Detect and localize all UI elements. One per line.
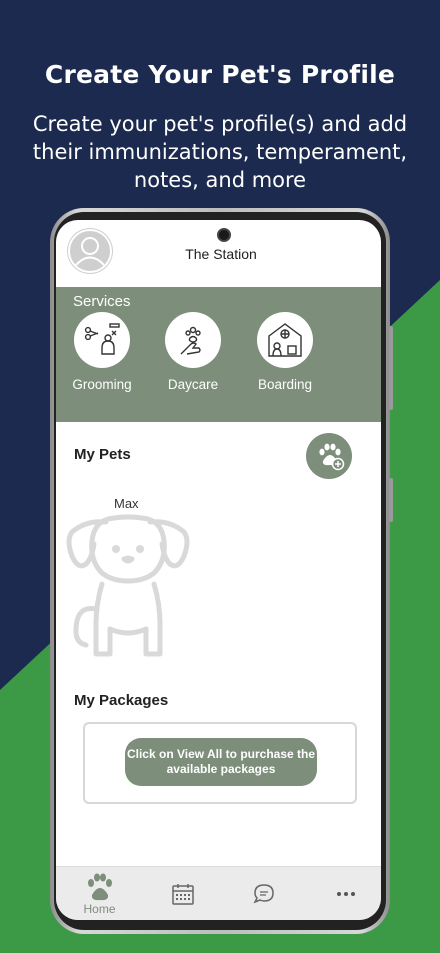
view-packages-button[interactable]: Click on View All to purchase the availa… [125,738,317,786]
nav-home[interactable]: Home [59,867,140,920]
daycare-icon [180,326,201,355]
my-packages-title: My Packages [74,692,169,709]
service-grooming[interactable]: Grooming [67,312,137,392]
service-grooming-label: Grooming [72,377,132,392]
calendar-icon [171,884,194,905]
chat-icon [252,884,274,904]
service-daycare-label: Daycare [167,377,219,392]
bottom-nav: Home [56,866,381,920]
service-daycare[interactable]: Daycare [158,312,228,392]
app-screen: The Station Services Grooming Daycare Bo… [56,220,381,920]
nav-home-label: Home [83,901,116,916]
nav-messages[interactable] [223,867,304,920]
dog-outline-icon[interactable] [66,514,191,659]
add-pet-paw-icon [319,443,345,471]
services-title: Services [73,293,131,310]
add-pet-button[interactable] [306,433,352,479]
nav-calendar[interactable] [142,867,223,920]
promo-headline: Create Your Pet's Profile [44,60,396,89]
my-pets-title: My Pets [74,446,131,463]
business-name: The Station [185,246,257,262]
grooming-icon [84,323,120,355]
paw-icon [87,873,112,900]
nav-more[interactable] [305,867,381,920]
boarding-icon [268,323,302,357]
services-panel: Services Grooming Daycare Boarding [56,287,381,422]
service-boarding-label: Boarding [257,377,313,392]
promo-subline: Create your pet's profile(s) and add the… [32,112,408,192]
more-icon [336,892,355,896]
pet-name-max[interactable]: Max [114,496,139,511]
front-camera [217,228,231,242]
service-boarding[interactable]: Boarding [250,312,320,392]
packages-card: Click on View All to purchase the availa… [83,722,357,804]
user-avatar-icon[interactable] [67,228,113,274]
